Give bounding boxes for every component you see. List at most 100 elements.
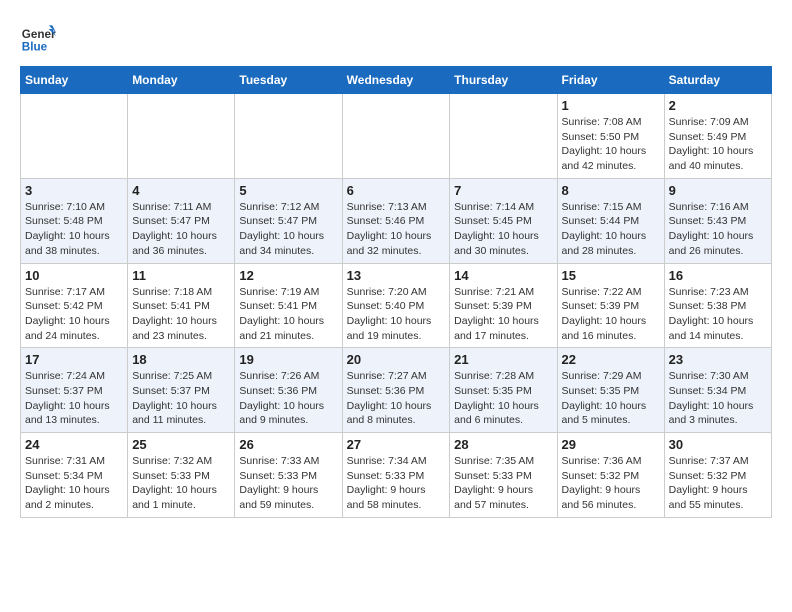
day-info: Sunrise: 7:22 AM Sunset: 5:39 PM Dayligh… — [562, 285, 660, 344]
day-info: Sunrise: 7:35 AM Sunset: 5:33 PM Dayligh… — [454, 454, 552, 513]
calendar-week-row: 3Sunrise: 7:10 AM Sunset: 5:48 PM Daylig… — [21, 178, 772, 263]
day-info: Sunrise: 7:25 AM Sunset: 5:37 PM Dayligh… — [132, 369, 230, 428]
day-number: 29 — [562, 437, 660, 452]
day-number: 4 — [132, 183, 230, 198]
day-info: Sunrise: 7:20 AM Sunset: 5:40 PM Dayligh… — [347, 285, 446, 344]
day-info: Sunrise: 7:09 AM Sunset: 5:49 PM Dayligh… — [669, 115, 767, 174]
day-info: Sunrise: 7:17 AM Sunset: 5:42 PM Dayligh… — [25, 285, 123, 344]
day-info: Sunrise: 7:12 AM Sunset: 5:47 PM Dayligh… — [239, 200, 337, 259]
calendar-cell: 10 Sunrise: 7:17 AM Sunset: 5:42 PM Dayli… — [21, 263, 128, 348]
day-number: 24 — [25, 437, 123, 452]
day-info: Sunrise: 7:18 AM Sunset: 5:41 PM Dayligh… — [132, 285, 230, 344]
calendar-cell: 7 Sunrise: 7:14 AM Sunset: 5:45 PM Daylig… — [450, 178, 557, 263]
weekday-header: Wednesday — [342, 67, 450, 94]
day-number: 7 — [454, 183, 552, 198]
day-info: Sunrise: 7:26 AM Sunset: 5:36 PM Dayligh… — [239, 369, 337, 428]
logo-icon: General Blue — [20, 20, 56, 56]
day-number: 10 — [25, 268, 123, 283]
day-info: Sunrise: 7:16 AM Sunset: 5:43 PM Dayligh… — [669, 200, 767, 259]
day-info: Sunrise: 7:32 AM Sunset: 5:33 PM Dayligh… — [132, 454, 230, 513]
weekday-header: Monday — [128, 67, 235, 94]
calendar-cell: 6 Sunrise: 7:13 AM Sunset: 5:46 PM Daylig… — [342, 178, 450, 263]
day-number: 17 — [25, 352, 123, 367]
day-info: Sunrise: 7:29 AM Sunset: 5:35 PM Dayligh… — [562, 369, 660, 428]
day-number: 11 — [132, 268, 230, 283]
day-info: Sunrise: 7:13 AM Sunset: 5:46 PM Dayligh… — [347, 200, 446, 259]
day-number: 18 — [132, 352, 230, 367]
day-info: Sunrise: 7:34 AM Sunset: 5:33 PM Dayligh… — [347, 454, 446, 513]
day-number: 15 — [562, 268, 660, 283]
calendar-cell — [342, 94, 450, 179]
day-number: 27 — [347, 437, 446, 452]
day-info: Sunrise: 7:21 AM Sunset: 5:39 PM Dayligh… — [454, 285, 552, 344]
day-number: 13 — [347, 268, 446, 283]
day-number: 16 — [669, 268, 767, 283]
calendar-week-row: 1 Sunrise: 7:08 AM Sunset: 5:50 PM Daylig… — [21, 94, 772, 179]
calendar-cell — [235, 94, 342, 179]
calendar-table: SundayMondayTuesdayWednesdayThursdayFrid… — [20, 66, 772, 518]
calendar-header-row: SundayMondayTuesdayWednesdayThursdayFrid… — [21, 67, 772, 94]
calendar-cell: 21Sunrise: 7:28 AM Sunset: 5:35 PM Dayli… — [450, 348, 557, 433]
day-info: Sunrise: 7:27 AM Sunset: 5:36 PM Dayligh… — [347, 369, 446, 428]
calendar-cell: 18 Sunrise: 7:25 AM Sunset: 5:37 PM Dayli… — [128, 348, 235, 433]
calendar-cell: 22 Sunrise: 7:29 AM Sunset: 5:35 PM Dayli… — [557, 348, 664, 433]
logo: General Blue — [20, 20, 60, 56]
calendar-cell: 19 Sunrise: 7:26 AM Sunset: 5:36 PM Dayli… — [235, 348, 342, 433]
day-info: Sunrise: 7:23 AM Sunset: 5:38 PM Dayligh… — [669, 285, 767, 344]
calendar-cell: 27 Sunrise: 7:34 AM Sunset: 5:33 PM Dayli… — [342, 433, 450, 518]
day-info: Sunrise: 7:28 AM Sunset: 5:35 PM Dayligh… — [454, 369, 552, 428]
calendar-cell: 29 Sunrise: 7:36 AM Sunset: 5:32 PM Dayli… — [557, 433, 664, 518]
svg-text:Blue: Blue — [22, 41, 48, 54]
day-number: 28 — [454, 437, 552, 452]
day-info: Sunrise: 7:37 AM Sunset: 5:32 PM Dayligh… — [669, 454, 767, 513]
calendar-cell: 2Sunrise: 7:09 AM Sunset: 5:49 PM Daylig… — [664, 94, 771, 179]
day-info: Sunrise: 7:10 AM Sunset: 5:48 PM Dayligh… — [25, 200, 123, 259]
day-info: Sunrise: 7:11 AM Sunset: 5:47 PM Dayligh… — [132, 200, 230, 259]
calendar-cell: 25 Sunrise: 7:32 AM Sunset: 5:33 PM Dayli… — [128, 433, 235, 518]
calendar-cell: 30 Sunrise: 7:37 AM Sunset: 5:32 PM Dayli… — [664, 433, 771, 518]
day-number: 14 — [454, 268, 552, 283]
day-info: Sunrise: 7:36 AM Sunset: 5:32 PM Dayligh… — [562, 454, 660, 513]
calendar-cell — [128, 94, 235, 179]
day-number: 30 — [669, 437, 767, 452]
day-info: Sunrise: 7:24 AM Sunset: 5:37 PM Dayligh… — [25, 369, 123, 428]
calendar-cell: 1 Sunrise: 7:08 AM Sunset: 5:50 PM Daylig… — [557, 94, 664, 179]
calendar-cell: 28 Sunrise: 7:35 AM Sunset: 5:33 PM Dayli… — [450, 433, 557, 518]
day-info: Sunrise: 7:31 AM Sunset: 5:34 PM Dayligh… — [25, 454, 123, 513]
weekday-header: Saturday — [664, 67, 771, 94]
day-number: 9 — [669, 183, 767, 198]
page-header: General Blue — [20, 20, 772, 56]
calendar-cell: 20 Sunrise: 7:27 AM Sunset: 5:36 PM Dayli… — [342, 348, 450, 433]
calendar-cell: 17 Sunrise: 7:24 AM Sunset: 5:37 PM Dayli… — [21, 348, 128, 433]
calendar-cell: 8Sunrise: 7:15 AM Sunset: 5:44 PM Daylig… — [557, 178, 664, 263]
day-number: 1 — [562, 98, 660, 113]
calendar-cell: 12Sunrise: 7:19 AM Sunset: 5:41 PM Dayli… — [235, 263, 342, 348]
calendar-cell: 15 Sunrise: 7:22 AM Sunset: 5:39 PM Dayli… — [557, 263, 664, 348]
calendar-cell: 14 Sunrise: 7:21 AM Sunset: 5:39 PM Dayli… — [450, 263, 557, 348]
calendar-cell: 23Sunrise: 7:30 AM Sunset: 5:34 PM Dayli… — [664, 348, 771, 433]
day-number: 5 — [239, 183, 337, 198]
day-number: 26 — [239, 437, 337, 452]
day-info: Sunrise: 7:30 AM Sunset: 5:34 PM Dayligh… — [669, 369, 767, 428]
weekday-header: Thursday — [450, 67, 557, 94]
day-info: Sunrise: 7:33 AM Sunset: 5:33 PM Dayligh… — [239, 454, 337, 513]
day-number: 25 — [132, 437, 230, 452]
day-number: 19 — [239, 352, 337, 367]
day-number: 6 — [347, 183, 446, 198]
day-info: Sunrise: 7:08 AM Sunset: 5:50 PM Dayligh… — [562, 115, 660, 174]
day-number: 20 — [347, 352, 446, 367]
day-info: Sunrise: 7:19 AM Sunset: 5:41 PM Dayligh… — [239, 285, 337, 344]
calendar-cell: 9 Sunrise: 7:16 AM Sunset: 5:43 PM Daylig… — [664, 178, 771, 263]
calendar-week-row: 24 Sunrise: 7:31 AM Sunset: 5:34 PM Dayli… — [21, 433, 772, 518]
day-number: 22 — [562, 352, 660, 367]
day-info: Sunrise: 7:14 AM Sunset: 5:45 PM Dayligh… — [454, 200, 552, 259]
calendar-cell — [450, 94, 557, 179]
weekday-header: Sunday — [21, 67, 128, 94]
calendar-cell: 4 Sunrise: 7:11 AM Sunset: 5:47 PM Daylig… — [128, 178, 235, 263]
day-info: Sunrise: 7:15 AM Sunset: 5:44 PM Dayligh… — [562, 200, 660, 259]
calendar-cell: 26 Sunrise: 7:33 AM Sunset: 5:33 PM Dayli… — [235, 433, 342, 518]
calendar-cell: 3Sunrise: 7:10 AM Sunset: 5:48 PM Daylig… — [21, 178, 128, 263]
calendar-cell — [21, 94, 128, 179]
calendar-cell: 16 Sunrise: 7:23 AM Sunset: 5:38 PM Dayli… — [664, 263, 771, 348]
calendar-cell: 11 Sunrise: 7:18 AM Sunset: 5:41 PM Dayli… — [128, 263, 235, 348]
